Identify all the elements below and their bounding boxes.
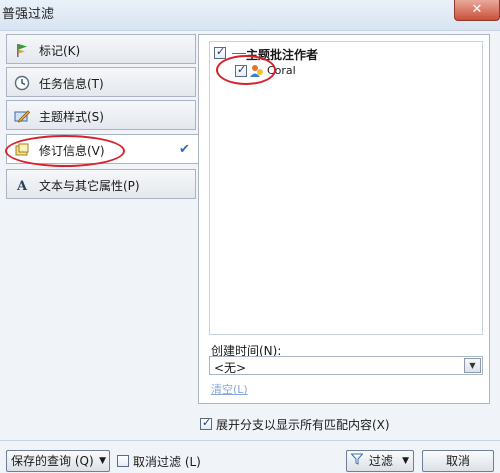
chevron-down-icon: ▼: [402, 456, 409, 466]
category-label: 标记(K): [39, 44, 81, 58]
clear-link[interactable]: 清空(L): [211, 381, 248, 397]
chevron-down-icon: ▼: [469, 361, 476, 370]
saved-query-button[interactable]: 保存的查询 (Q) ▼: [6, 450, 110, 472]
category-label: 修订信息(V): [39, 144, 105, 158]
close-button[interactable]: ✕: [454, 0, 500, 21]
funnel-icon: [350, 452, 365, 472]
filter-dialog: 普强过滤 ✕ 标记(K) 任务信息(T) 主题样式(S) 修订信息(V) ✔ A…: [0, 0, 500, 473]
cancel-button[interactable]: 取消: [422, 450, 494, 472]
chevron-down-icon: ▼: [99, 456, 106, 466]
cancel-filter-label: 取消过滤 (L): [133, 455, 201, 469]
dropdown-arrow-button[interactable]: ▼: [464, 358, 481, 373]
filter-detail-panel: ✓ 主题批注作者 ✓ Coral 创建时间(N): <无> ▼ 清空(L): [198, 34, 490, 404]
close-icon: ✕: [471, 2, 483, 17]
checkmark-icon: ✓: [216, 45, 226, 58]
text-a-icon: A: [14, 177, 30, 194]
filter-label: 过滤: [368, 454, 393, 468]
author-group-checkbox[interactable]: ✓: [214, 45, 226, 59]
cancel-label: 取消: [445, 454, 470, 468]
svg-text:A: A: [16, 179, 28, 193]
window-title: 普强过滤: [2, 7, 55, 22]
category-item-text-properties[interactable]: A 文本与其它属性(P): [6, 169, 196, 199]
author-tree: ✓ 主题批注作者 ✓ Coral: [209, 41, 483, 335]
expand-branches-label: 展开分支以显示所有匹配内容(X): [216, 418, 390, 432]
filter-button[interactable]: 过滤 ▼: [346, 450, 414, 472]
checkmark-icon: ✓: [202, 416, 212, 429]
category-label: 文本与其它属性(P): [39, 179, 140, 193]
footer-separator: [0, 440, 500, 441]
revision-icon: [14, 142, 30, 158]
category-item-revision-info[interactable]: 修订信息(V) ✔: [6, 134, 199, 164]
clock-icon: [14, 75, 30, 91]
author-coral-checkbox[interactable]: ✓: [235, 63, 247, 77]
created-time-value: <无>: [214, 361, 247, 375]
category-list: 标记(K) 任务信息(T) 主题样式(S) 修订信息(V) ✔ A 文本与其它属…: [6, 34, 199, 202]
category-item-task-info[interactable]: 任务信息(T): [6, 67, 196, 97]
category-item-mark[interactable]: 标记(K): [6, 34, 196, 64]
saved-query-label: 保存的查询 (Q): [11, 454, 94, 468]
created-time-dropdown[interactable]: <无> ▼: [209, 356, 483, 375]
cancel-filter-checkbox[interactable]: [117, 455, 129, 467]
selected-check-icon: ✔: [179, 142, 190, 157]
category-label: 任务信息(T): [39, 77, 104, 91]
user-icon: [249, 63, 265, 79]
checkmark-icon: ✓: [237, 63, 247, 76]
category-item-topic-style[interactable]: 主题样式(S): [6, 100, 196, 130]
title-bar: 普强过滤 ✕: [0, 0, 500, 31]
expand-branches-checkbox[interactable]: ✓: [200, 416, 212, 430]
category-label: 主题样式(S): [39, 110, 104, 124]
author-coral-label: Coral: [267, 64, 296, 77]
author-group-label: 主题批注作者: [246, 48, 319, 62]
flag-icon: [14, 42, 30, 58]
pencil-icon: [14, 108, 31, 124]
tree-connector: [232, 53, 246, 54]
